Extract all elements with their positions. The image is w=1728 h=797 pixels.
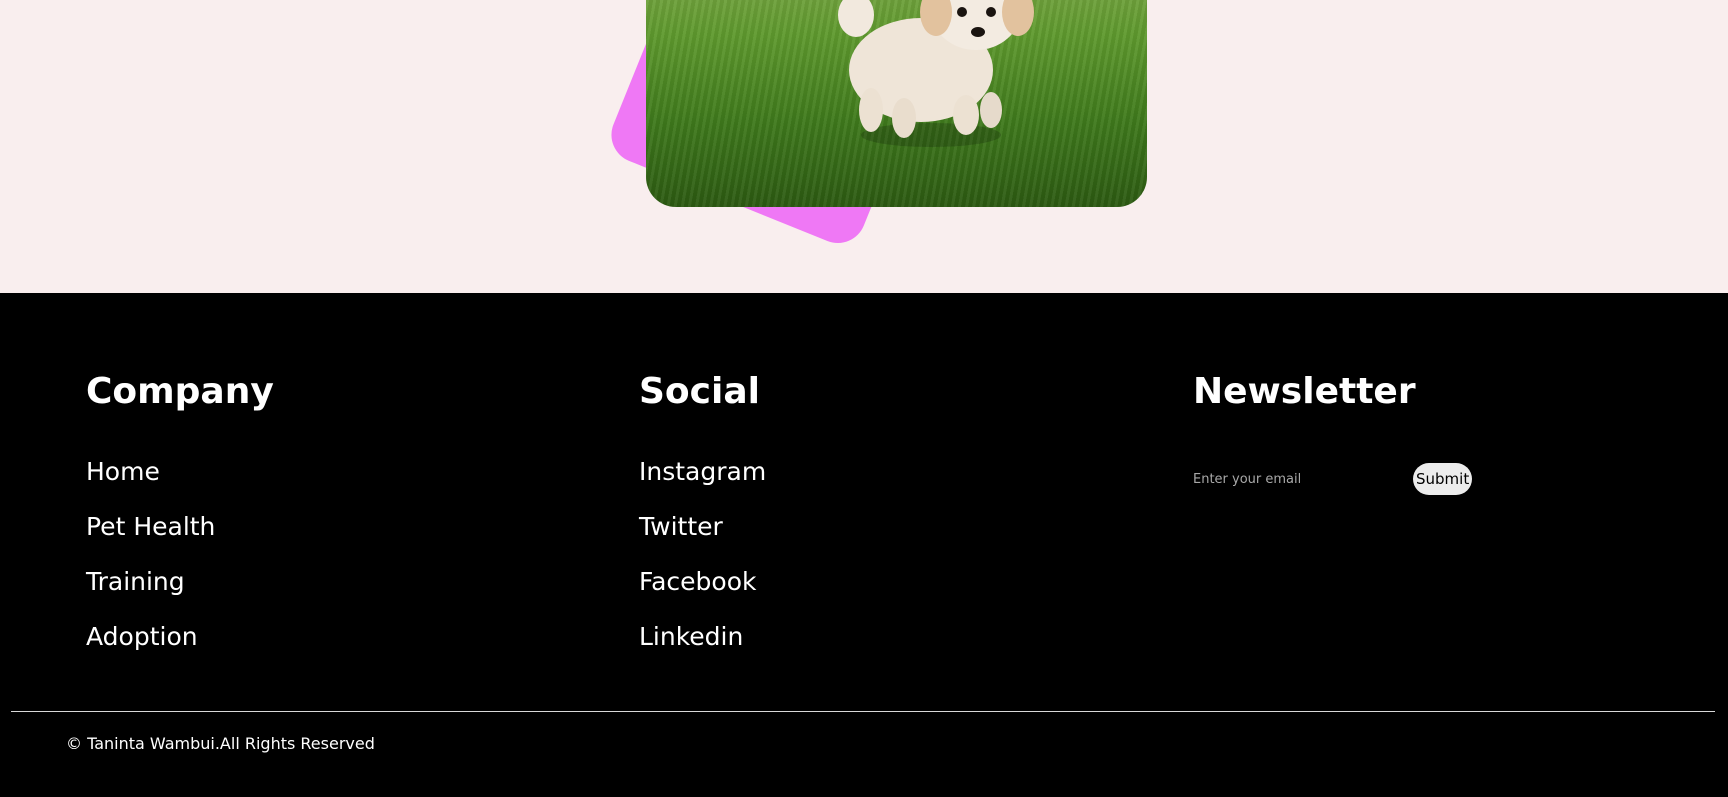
footer-link-item: Home (86, 457, 274, 512)
copyright-text: © Taninta Wambui.All Rights Reserved (66, 734, 375, 753)
newsletter-heading: Newsletter (1193, 371, 1416, 412)
newsletter-form: Submit (1193, 463, 1473, 495)
footer-link-item: Training (86, 567, 274, 622)
footer-column-newsletter: Newsletter Submit (1193, 371, 1473, 495)
social-heading: Social (639, 371, 760, 412)
email-input[interactable] (1193, 465, 1413, 493)
submit-button[interactable]: Submit (1413, 463, 1473, 495)
footer-link-item: Facebook (639, 567, 766, 622)
pet-health-link[interactable]: Pet Health (86, 512, 215, 541)
hero-section (0, 0, 1728, 293)
footer-column-company: Company Home Pet Health Training Adoptio… (86, 371, 274, 677)
twitter-link[interactable]: Twitter (639, 512, 723, 541)
puppy-photo (646, 0, 1147, 207)
footer-link-item: Linkedin (639, 622, 766, 677)
footer-column-social: Social Instagram Twitter Facebook Linked… (639, 371, 766, 677)
home-link[interactable]: Home (86, 457, 160, 486)
footer-link-item: Adoption (86, 622, 274, 677)
site-footer: Company Home Pet Health Training Adoptio… (0, 293, 1728, 797)
footer-link-item: Instagram (639, 457, 766, 512)
footer-divider (11, 711, 1715, 712)
puppy-illustration (838, 0, 1034, 147)
facebook-link[interactable]: Facebook (639, 567, 756, 596)
company-heading: Company (86, 371, 274, 412)
footer-link-item: Twitter (639, 512, 766, 567)
company-links: Home Pet Health Training Adoption (86, 457, 274, 677)
footer-link-item: Pet Health (86, 512, 274, 567)
instagram-link[interactable]: Instagram (639, 457, 766, 486)
adoption-link[interactable]: Adoption (86, 622, 198, 651)
linkedin-link[interactable]: Linkedin (639, 622, 743, 651)
training-link[interactable]: Training (86, 567, 185, 596)
social-links: Instagram Twitter Facebook Linkedin (639, 457, 766, 677)
